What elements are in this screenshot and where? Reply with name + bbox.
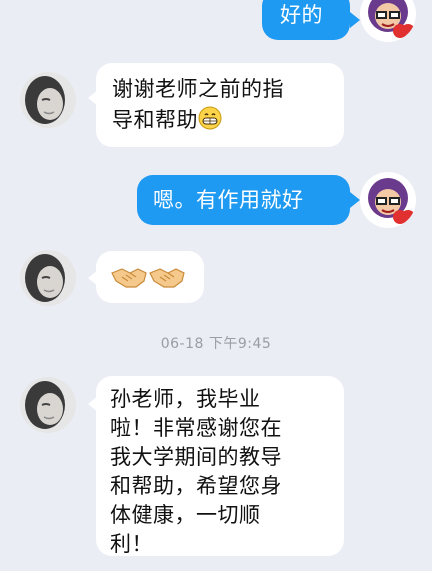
person-photo-icon bbox=[20, 250, 76, 306]
message-line: 利！ bbox=[110, 532, 153, 556]
contact-avatar[interactable] bbox=[20, 250, 76, 306]
cartoon-avatar-icon bbox=[360, 172, 416, 228]
person-photo-icon bbox=[20, 377, 76, 433]
my-avatar[interactable] bbox=[360, 0, 416, 42]
cartoon-avatar-icon bbox=[360, 0, 416, 42]
incoming-message-bubble[interactable]: 孙老师，我毕业 啦！非常感谢您在 我大学期间的教导 和帮助，希望您身 体健康，一… bbox=[96, 376, 344, 556]
incoming-message-bubble[interactable] bbox=[96, 251, 204, 303]
grin-face-icon bbox=[198, 106, 222, 139]
handshake-icon bbox=[148, 263, 186, 300]
outgoing-message-bubble[interactable]: 嗯。有作用就好 bbox=[137, 175, 350, 225]
message-text: 好的 bbox=[280, 3, 323, 27]
my-avatar[interactable] bbox=[360, 172, 416, 228]
message-line: 和帮助，希望您身 bbox=[110, 474, 282, 498]
message-line: 体健康，一切顺 bbox=[110, 503, 261, 527]
message-line: 导和帮助 bbox=[112, 108, 198, 132]
message-line: 孙老师，我毕业 bbox=[110, 387, 261, 411]
person-photo-icon bbox=[20, 72, 76, 128]
bubble-tail bbox=[350, 12, 360, 28]
contact-avatar[interactable] bbox=[20, 377, 76, 433]
message-line: 啦！非常感谢您在 bbox=[110, 416, 282, 440]
outgoing-message-bubble[interactable]: 好的 bbox=[262, 0, 350, 40]
timestamp: 06-18 下午9:45 bbox=[160, 336, 272, 352]
message-line: 我大学期间的教导 bbox=[110, 445, 282, 469]
message-line: 谢谢老师之前的指 bbox=[112, 77, 284, 101]
bubble-tail bbox=[350, 192, 360, 208]
handshake-icon bbox=[110, 263, 148, 300]
message-text: 嗯。有作用就好 bbox=[153, 188, 304, 212]
incoming-message-bubble[interactable]: 谢谢老师之前的指 导和帮助 bbox=[96, 63, 344, 147]
contact-avatar[interactable] bbox=[20, 72, 76, 128]
